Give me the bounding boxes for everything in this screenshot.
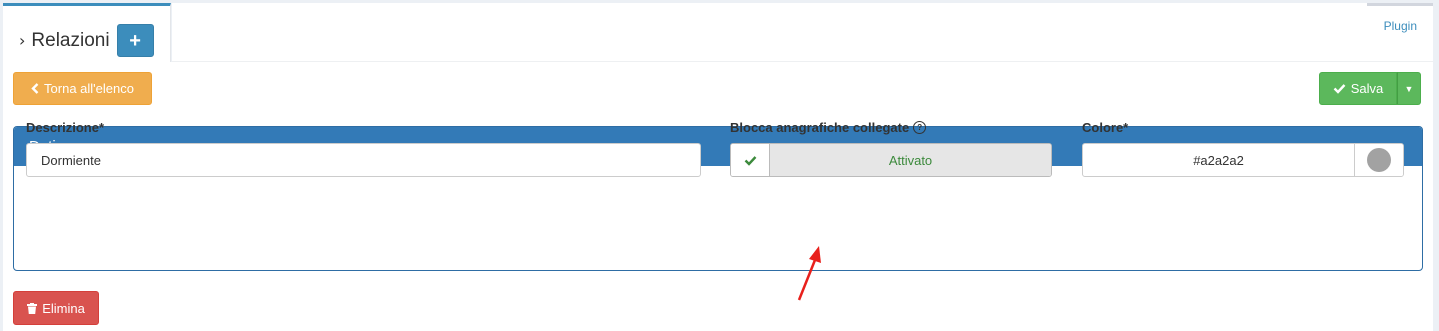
tab-relazioni[interactable]: › Relazioni + xyxy=(3,3,171,62)
tab-title-group: › Relazioni + xyxy=(19,24,154,57)
save-button-label: Salva xyxy=(1350,81,1384,96)
toggle-state: Attivato xyxy=(770,144,1051,176)
caret-down-icon: ▼ xyxy=(1404,83,1414,94)
save-options-dropdown[interactable]: ▼ xyxy=(1397,72,1421,105)
delete-button[interactable]: Elimina xyxy=(13,291,99,325)
colore-label-text: Colore* xyxy=(1082,120,1129,135)
trash-icon xyxy=(27,302,38,314)
blocca-label-text: Blocca anagrafiche collegate xyxy=(730,120,910,135)
color-swatch xyxy=(1367,148,1391,172)
blocca-toggle[interactable]: Attivato xyxy=(730,143,1052,177)
tab-title: Relazioni xyxy=(31,29,110,51)
colore-input[interactable]: #a2a2a2 xyxy=(1082,143,1404,177)
save-button[interactable]: Salva xyxy=(1319,72,1397,105)
colore-label: Colore* xyxy=(1082,120,1128,135)
descrizione-value: Dormiente xyxy=(41,152,101,168)
question-circle-icon[interactable]: ? xyxy=(913,121,927,134)
tab-bar-accent xyxy=(1367,3,1433,6)
delete-button-label: Elimina xyxy=(42,300,85,316)
back-button-label: Torna all'elenco xyxy=(44,81,134,96)
descrizione-label-text: Descrizione* xyxy=(26,120,105,135)
back-to-list-button[interactable]: Torna all'elenco xyxy=(13,72,152,105)
color-picker-button[interactable] xyxy=(1354,144,1403,176)
chevron-left-icon xyxy=(31,83,39,94)
content-area: Torna all'elenco Salva ▼ Dati Descrizion… xyxy=(3,62,1433,331)
chevron-right-icon[interactable]: › xyxy=(19,31,25,50)
plus-icon: + xyxy=(129,29,141,52)
check-icon xyxy=(731,144,770,176)
check-icon xyxy=(1333,84,1346,94)
descrizione-input[interactable]: Dormiente xyxy=(26,143,701,177)
blocca-label: Blocca anagrafiche collegate ? xyxy=(730,120,927,135)
plugin-link[interactable]: Plugin xyxy=(1384,19,1417,33)
tab-bar xyxy=(172,3,1433,62)
descrizione-label: Descrizione* xyxy=(26,120,104,135)
colore-value: #a2a2a2 xyxy=(1193,152,1244,168)
add-button[interactable]: + xyxy=(116,24,154,57)
